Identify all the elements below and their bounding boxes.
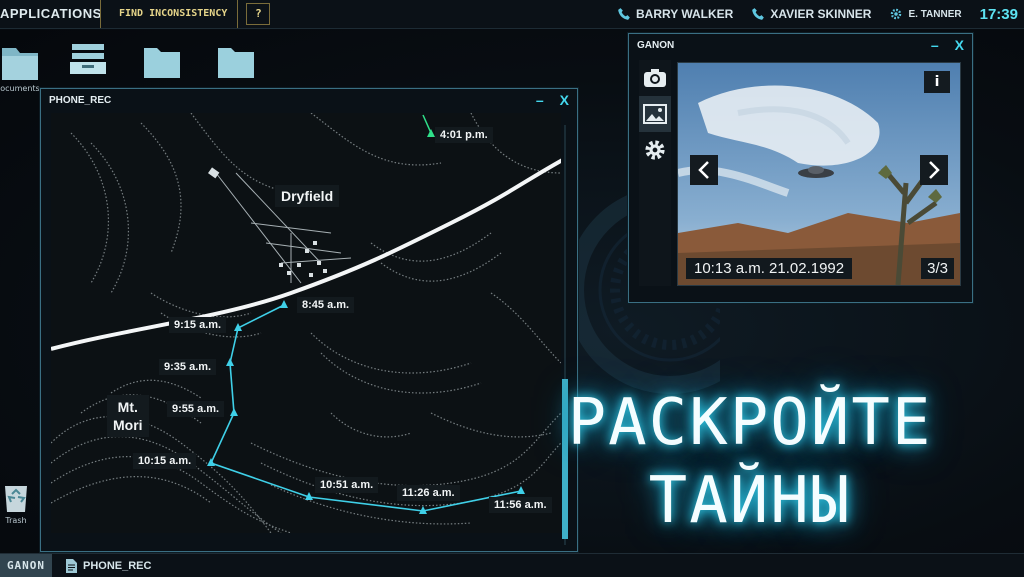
chevron-left-icon — [698, 161, 709, 179]
folder-icon-2[interactable] — [218, 44, 254, 78]
documents-label: ocuments — [0, 84, 40, 93]
gallery-tab[interactable] — [639, 96, 671, 132]
time-label-0401: 4:01 p.m. — [435, 127, 493, 143]
trash-label: Trash — [5, 516, 27, 525]
ufo-photo: i 10:13 a.m. 21.02.1992 3/3 — [677, 62, 961, 286]
ganon-sidebar — [639, 60, 671, 286]
window-title: PHONE_REC — [49, 94, 112, 106]
photo-image — [678, 63, 960, 285]
taskbar-item-phone-rec[interactable]: PHONE_REC — [66, 558, 152, 573]
time-label-0955: 9:55 a.m. — [167, 401, 225, 417]
find-inconsistency-button[interactable]: FIND INCONSISTENCY — [109, 0, 239, 28]
minimize-icon[interactable]: – — [536, 92, 544, 108]
contact-name: BARRY WALKER — [635, 7, 734, 21]
promo-headline: РАСКРОЙТЕ ТАЙНЫ — [510, 384, 990, 540]
start-button[interactable]: GANON — [0, 554, 52, 577]
info-button[interactable]: i — [924, 71, 950, 93]
previous-photo-button[interactable] — [690, 155, 718, 185]
contact-name: XAVIER SKINNER — [770, 7, 872, 21]
recycle-bin-icon — [5, 486, 27, 512]
phone-rec-window[interactable]: PHONE_REC – X 4:01 p.m. Dryfield 8:45 a.… — [40, 88, 578, 552]
close-icon[interactable]: X — [955, 37, 964, 53]
chevron-right-icon — [929, 161, 940, 179]
photo-timestamp: 10:13 a.m. 21.02.1992 — [686, 258, 853, 279]
window-titlebar[interactable]: PHONE_REC – X — [41, 89, 577, 111]
top-bar: APPLICATIONS FIND INCONSISTENCY ? BARRY … — [0, 0, 1024, 29]
image-icon — [643, 104, 667, 124]
place-label-mt-mori: Mt. Mori — [107, 395, 149, 437]
camera-icon — [644, 69, 666, 87]
close-icon[interactable]: X — [560, 92, 569, 108]
gear-icon — [891, 8, 902, 20]
folder-icon — [2, 48, 38, 80]
topographic-map[interactable]: 4:01 p.m. Dryfield 8:45 a.m. 9:15 a.m. 9… — [51, 113, 561, 533]
time-label-1126: 11:26 a.m. — [397, 485, 460, 501]
trash-icon[interactable]: Trash — [2, 482, 30, 525]
time-label-0845: 8:45 a.m. — [297, 297, 355, 313]
time-label-0915: 9:15 a.m. — [169, 317, 227, 333]
time-label-0935: 9:35 a.m. — [159, 359, 217, 375]
document-icon — [66, 558, 77, 573]
camera-tab[interactable] — [639, 60, 671, 96]
window-titlebar[interactable]: GANON – X — [629, 34, 972, 56]
place-label-dryfield: Dryfield — [275, 185, 340, 207]
folder-icon[interactable] — [144, 44, 180, 78]
promo-line-2: ТАЙНЫ — [648, 464, 852, 538]
taskbar: GANON PHONE_REC — [0, 553, 1024, 577]
clock: 17:39 — [979, 5, 1018, 23]
archive-icon[interactable] — [70, 44, 106, 74]
phone-icon — [618, 8, 630, 20]
contact-e-tanner[interactable]: E. TANNER — [889, 7, 962, 21]
time-label-1051: 10:51 a.m. — [315, 477, 379, 493]
photo-counter: 3/3 — [921, 258, 954, 279]
taskbar-item-label: PHONE_REC — [83, 559, 152, 572]
promo-line-1: РАСКРОЙТЕ — [567, 386, 933, 460]
ganon-window[interactable]: GANON – X i 10:13 a.m. 21.02.1992 3/3 — [628, 33, 973, 303]
time-label-1015: 10:15 a.m. — [133, 453, 197, 469]
window-title: GANON — [637, 39, 675, 51]
next-photo-button[interactable] — [920, 155, 948, 185]
minimize-icon[interactable]: – — [931, 37, 939, 53]
settings-tab[interactable] — [639, 132, 671, 168]
contact-xavier-skinner[interactable]: XAVIER SKINNER — [751, 7, 871, 21]
help-button[interactable]: ? — [246, 3, 271, 25]
contact-name: E. TANNER — [908, 8, 962, 20]
documents-icon[interactable]: ocuments — [0, 40, 40, 93]
gear-icon — [645, 140, 665, 160]
phone-icon — [752, 8, 765, 20]
map-terrain — [51, 113, 561, 533]
applications-menu[interactable]: APPLICATIONS — [0, 0, 101, 28]
contact-barry-walker[interactable]: BARRY WALKER — [617, 7, 733, 21]
